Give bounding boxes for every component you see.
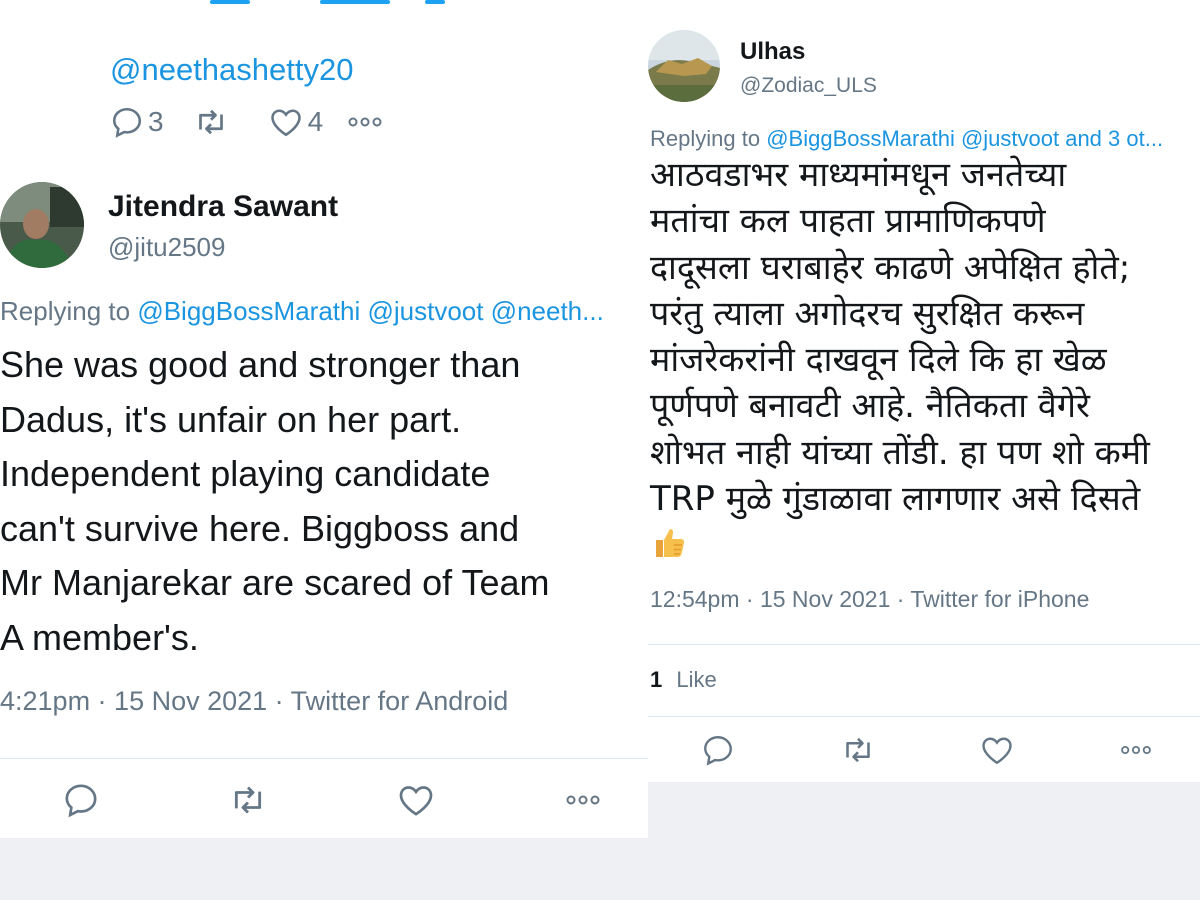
like-button[interactable] <box>394 780 438 825</box>
more-options-button[interactable] <box>562 790 604 815</box>
mention-link[interactable]: @neethashetty20 <box>110 52 353 88</box>
likes-label: Like <box>676 667 717 692</box>
replying-to-line: Replying to @BiggBossMarathi @justvoot @… <box>0 296 648 327</box>
retweet-icon <box>846 737 870 763</box>
divider <box>648 716 1200 717</box>
avatar[interactable] <box>0 182 84 268</box>
heart-icon <box>270 109 301 137</box>
likes-number: 1 <box>650 667 663 692</box>
previous-tweet-actions: 3 4 <box>108 102 385 142</box>
author-name[interactable]: Ulhas <box>740 38 805 66</box>
like-button[interactable]: 4 <box>266 104 324 140</box>
avatar[interactable] <box>648 30 720 102</box>
thumbs-up-icon <box>652 524 688 565</box>
tweet-actions <box>648 732 1200 774</box>
replying-to-links[interactable]: @BiggBossMarathi @justvoot @neeth... <box>137 296 604 326</box>
author-handle[interactable]: @jitu2509 <box>108 232 225 263</box>
replying-to-line: Replying to @BiggBossMarathi @justvoot a… <box>650 126 1198 152</box>
more-options-button[interactable] <box>345 112 385 132</box>
reply-icon <box>704 736 732 766</box>
replying-prefix: Replying to <box>650 126 761 151</box>
more-options-button[interactable] <box>1118 741 1154 764</box>
avatar-image <box>0 182 84 268</box>
retweet-button[interactable] <box>225 780 271 825</box>
divider <box>648 644 1200 645</box>
heart-icon <box>399 786 433 816</box>
more-icon <box>1121 745 1151 755</box>
heart-icon <box>982 737 1012 765</box>
like-count: 4 <box>307 106 324 137</box>
more-icon <box>348 117 382 127</box>
retweet-icon <box>234 786 262 814</box>
replying-prefix: Replying to <box>0 296 131 326</box>
tweet-timestamp[interactable]: 4:21pm · 15 Nov 2021 · Twitter for Andro… <box>0 686 508 717</box>
more-icon <box>566 795 600 805</box>
background-band-right <box>648 782 1200 838</box>
reply-icon <box>65 784 97 818</box>
reply-button[interactable]: 3 <box>108 104 164 140</box>
background-band-bottom <box>0 838 1200 900</box>
author-name[interactable]: Jitendra Sawant <box>108 190 338 224</box>
tweet-timestamp[interactable]: 12:54pm · 15 Nov 2021 · Twitter for iPho… <box>650 586 1089 613</box>
reply-count: 3 <box>148 106 164 137</box>
author-handle[interactable]: @Zodiac_ULS <box>740 74 877 98</box>
tweet-text: She was good and stronger than Dadus, it… <box>0 344 550 658</box>
like-button[interactable] <box>978 732 1016 773</box>
retweet-button[interactable] <box>838 732 878 773</box>
divider <box>0 758 648 759</box>
cropped-previous-text <box>200 0 460 6</box>
replying-to-links[interactable]: @BiggBossMarathi @justvoot and 3 ot... <box>766 126 1163 151</box>
reply-button[interactable] <box>700 732 736 773</box>
retweet-icon <box>198 109 223 135</box>
reply-button[interactable] <box>60 780 102 825</box>
likes-count[interactable]: 1 Like <box>650 667 717 693</box>
tweet-text: आठवडाभर माध्यमांमधून जनतेच्या मतांचा कल … <box>650 155 1150 520</box>
retweet-button[interactable] <box>190 104 232 140</box>
avatar-image <box>648 30 720 102</box>
reply-icon <box>112 107 142 138</box>
tweet-actions <box>0 780 648 822</box>
